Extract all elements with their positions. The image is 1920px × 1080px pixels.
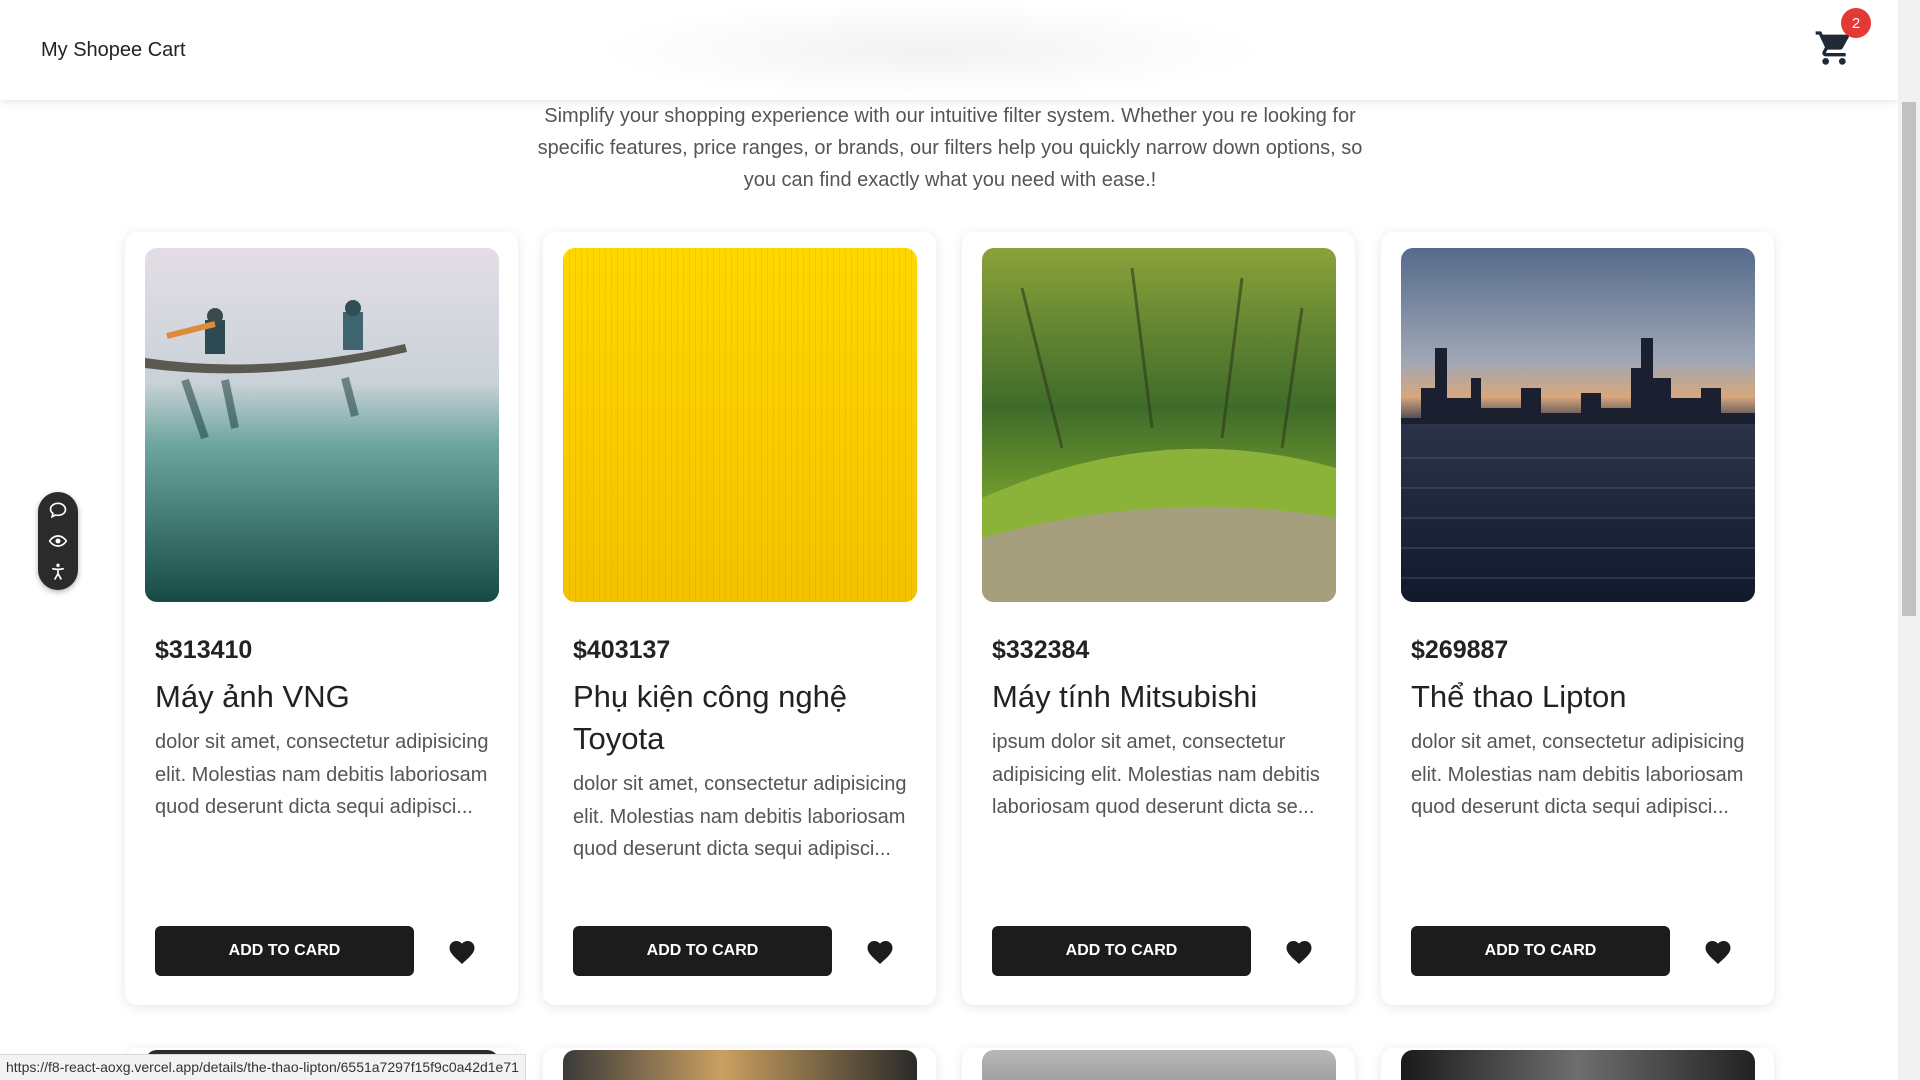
- chat-bubble-icon[interactable]: [48, 500, 68, 520]
- accessibility-icon[interactable]: [48, 562, 68, 582]
- eye-icon[interactable]: [48, 531, 68, 551]
- heart-icon[interactable]: [447, 937, 477, 965]
- heart-icon[interactable]: [865, 937, 895, 965]
- product-card[interactable]: $403137 Phụ kiện công nghệ Toyota dolor …: [543, 232, 936, 1005]
- header-decoration: [590, 0, 1270, 100]
- product-card-partial[interactable]: [543, 1048, 936, 1080]
- floating-accessibility-toolbar: [38, 492, 78, 590]
- heart-icon[interactable]: [1703, 937, 1733, 965]
- add-to-cart-button[interactable]: ADD TO CARD: [573, 926, 832, 976]
- product-description: ipsum dolor sit amet, consectetur adipis…: [992, 731, 1320, 818]
- product-title[interactable]: Phụ kiện công nghệ Toyota: [573, 676, 913, 760]
- product-card[interactable]: $332384 Máy tính Mitsubishi ipsum dolor …: [962, 232, 1355, 1005]
- product-price: $269887: [1411, 636, 1509, 664]
- product-image-moss[interactable]: [982, 248, 1336, 602]
- product-description: dolor sit amet, consectetur adipisicing …: [155, 731, 489, 818]
- product-card-partial[interactable]: [962, 1048, 1355, 1080]
- product-image-canoe[interactable]: [145, 248, 499, 602]
- add-to-cart-button[interactable]: ADD TO CARD: [1411, 926, 1670, 976]
- product-image-skyline[interactable]: [1401, 248, 1755, 602]
- product-title[interactable]: Thể thao Lipton: [1411, 676, 1751, 718]
- product-title[interactable]: Máy tính Mitsubishi: [992, 676, 1332, 718]
- brand-logo-text[interactable]: My Shopee Cart: [41, 39, 186, 62]
- product-price: $313410: [155, 636, 253, 664]
- add-to-cart-button[interactable]: ADD TO CARD: [992, 926, 1251, 976]
- product-image-partial[interactable]: [1401, 1050, 1755, 1080]
- product-card[interactable]: $313410 Máy ảnh VNG dolor sit amet, cons…: [125, 232, 518, 1005]
- cart-count-badge: 2: [1841, 8, 1871, 38]
- intro-description: Simplify your shopping experience with o…: [537, 105, 1363, 191]
- product-description: dolor sit amet, consectetur adipisicing …: [1411, 731, 1745, 818]
- add-to-cart-button[interactable]: ADD TO CARD: [155, 926, 414, 976]
- product-price: $403137: [573, 636, 671, 664]
- top-navbar: My Shopee Cart: [0, 0, 1898, 100]
- product-image-partial[interactable]: [982, 1050, 1336, 1080]
- product-price: $332384: [992, 636, 1090, 664]
- product-title[interactable]: Máy ảnh VNG: [155, 676, 495, 718]
- product-description: dolor sit amet, consectetur adipisicing …: [573, 773, 907, 860]
- product-image-partial[interactable]: [563, 1050, 917, 1080]
- product-card-partial[interactable]: [1381, 1048, 1774, 1080]
- scrollbar-thumb[interactable]: [1902, 102, 1916, 616]
- product-card[interactable]: $269887 Thể thao Lipton dolor sit amet, …: [1381, 232, 1774, 1005]
- product-image-yellow[interactable]: [563, 248, 917, 602]
- heart-icon[interactable]: [1284, 937, 1314, 965]
- browser-status-url: https://f8-react-aoxg.vercel.app/details…: [0, 1054, 526, 1080]
